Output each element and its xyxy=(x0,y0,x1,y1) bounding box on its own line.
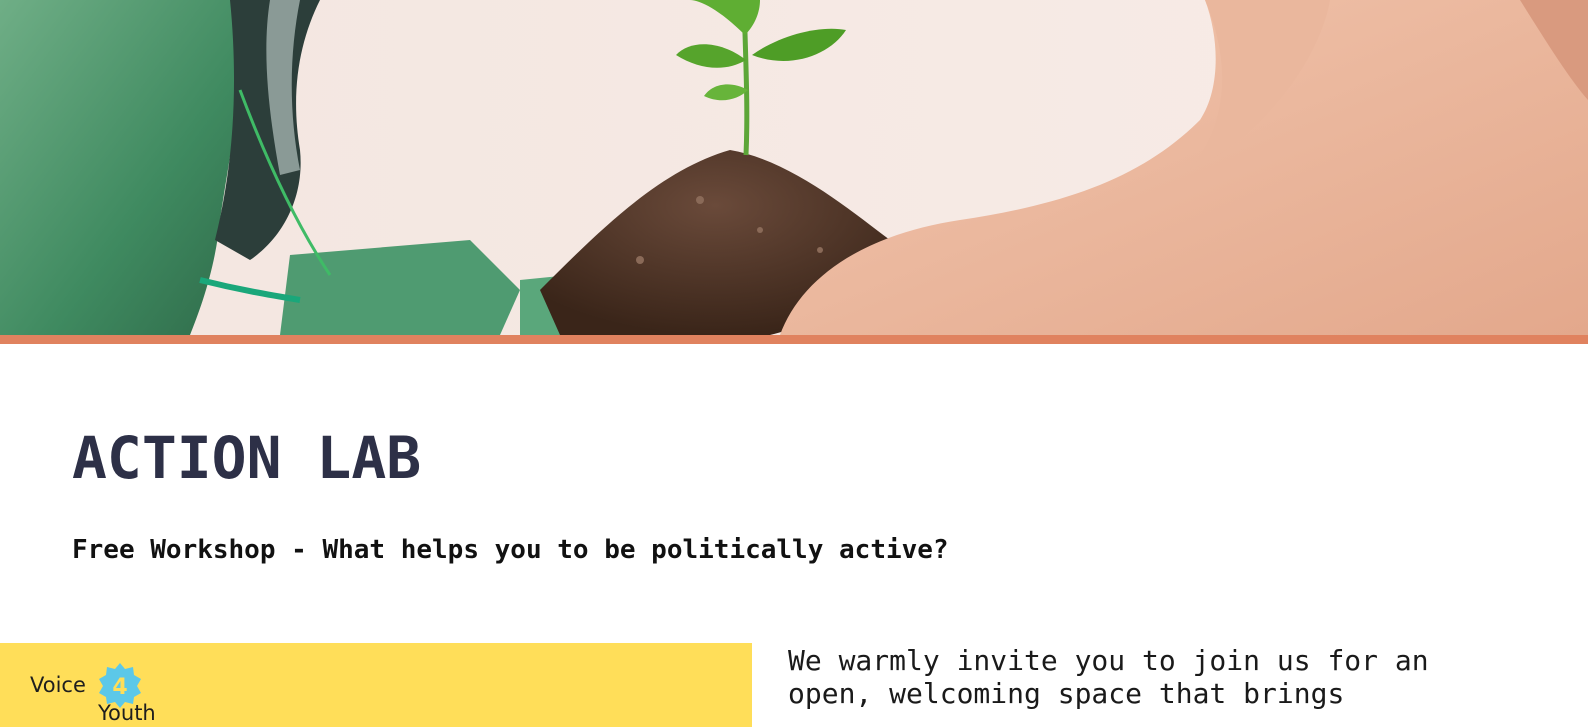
page-title: ACTION LAB xyxy=(72,424,422,492)
plant-in-hands-icon xyxy=(0,0,1588,335)
intro-paragraph: We warmly invite you to join us for an o… xyxy=(788,644,1568,710)
voice4youth-logo: Voice 4 Youth xyxy=(30,661,190,727)
logo-badge-number: 4 xyxy=(112,675,127,700)
promo-banner: Voice 4 Youth xyxy=(0,643,752,727)
workshop-subtitle: Free Workshop - What helps you to be pol… xyxy=(72,535,949,565)
intro-line-1: We warmly invite you to join us for an xyxy=(788,644,1429,677)
logo-word-voice: Voice xyxy=(30,673,86,697)
logo-word-youth: Youth xyxy=(98,701,156,725)
hero-banner-image xyxy=(0,0,1588,335)
accent-divider xyxy=(0,335,1588,344)
intro-line-2: open, welcoming space that brings xyxy=(788,677,1345,710)
